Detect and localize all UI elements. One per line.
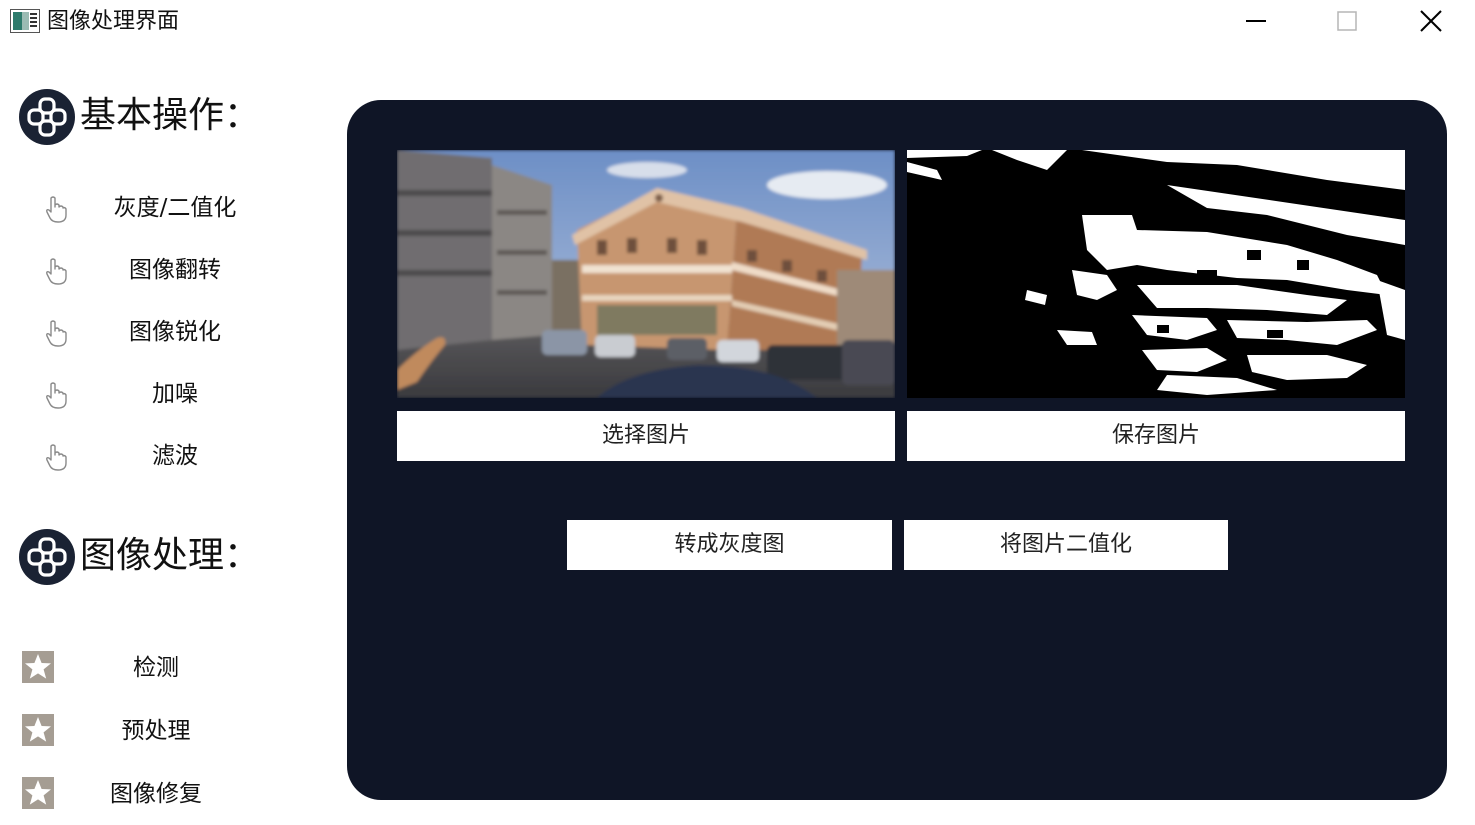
minimize-icon	[1246, 20, 1266, 22]
menu-item-label: 灰度/二值化	[113, 195, 237, 221]
star-icon	[22, 714, 54, 746]
window-title: 图像处理界面	[47, 9, 180, 34]
star-icon	[22, 651, 54, 683]
hand-pointer-icon	[46, 258, 67, 285]
image-processing-title: 图像处理：	[80, 535, 261, 576]
binarized-image	[907, 150, 1405, 398]
convert-grayscale-button[interactable]: 转成灰度图	[567, 520, 892, 570]
hand-pointer-icon	[46, 382, 67, 409]
binarized-photo-icon	[907, 150, 1405, 398]
menu-item-image-flip[interactable]: 图像翻转	[30, 248, 290, 292]
menu-item-preprocess[interactable]: 预处理	[20, 709, 280, 753]
menu-item-image-sharpen[interactable]: 图像锐化	[30, 310, 290, 354]
menu-item-label: 预处理	[121, 718, 191, 744]
minimize-button[interactable]	[1233, 6, 1279, 38]
maximize-button[interactable]	[1324, 6, 1370, 38]
app-icon	[10, 9, 40, 33]
street-photo-icon	[397, 150, 895, 398]
knot-logo-icon	[19, 89, 75, 145]
original-image	[397, 150, 895, 398]
menu-item-image-repair[interactable]: 图像修复	[20, 772, 280, 816]
hand-pointer-icon	[46, 444, 67, 471]
menu-item-detect[interactable]: 检测	[20, 646, 280, 690]
binarize-image-button[interactable]: 将图片二值化	[904, 520, 1228, 570]
menu-item-filter[interactable]: 滤波	[30, 434, 290, 478]
menu-item-label: 图像锐化	[129, 319, 221, 345]
hand-pointer-icon	[46, 320, 67, 347]
title-bar: 图像处理界面	[0, 0, 1475, 44]
menu-item-label: 图像翻转	[129, 257, 221, 283]
menu-item-label: 检测	[133, 655, 179, 681]
menu-item-label: 图像修复	[110, 781, 202, 807]
close-icon	[1420, 10, 1442, 32]
menu-item-label: 加噪	[152, 381, 198, 407]
menu-item-add-noise[interactable]: 加噪	[30, 372, 290, 416]
knot-logo-icon	[19, 529, 75, 585]
menu-item-label: 滤波	[152, 443, 198, 469]
maximize-icon	[1337, 11, 1357, 31]
select-image-button[interactable]: 选择图片	[397, 411, 895, 461]
basic-operations-title: 基本操作：	[80, 95, 261, 136]
save-image-button[interactable]: 保存图片	[907, 411, 1405, 461]
hand-pointer-icon	[46, 196, 67, 223]
star-icon	[22, 777, 54, 809]
close-button[interactable]	[1417, 6, 1463, 38]
menu-item-grayscale-binary[interactable]: 灰度/二值化	[30, 186, 290, 230]
main-panel: 选择图片 保存图片 转成灰度图 将图片二值化	[347, 100, 1447, 800]
